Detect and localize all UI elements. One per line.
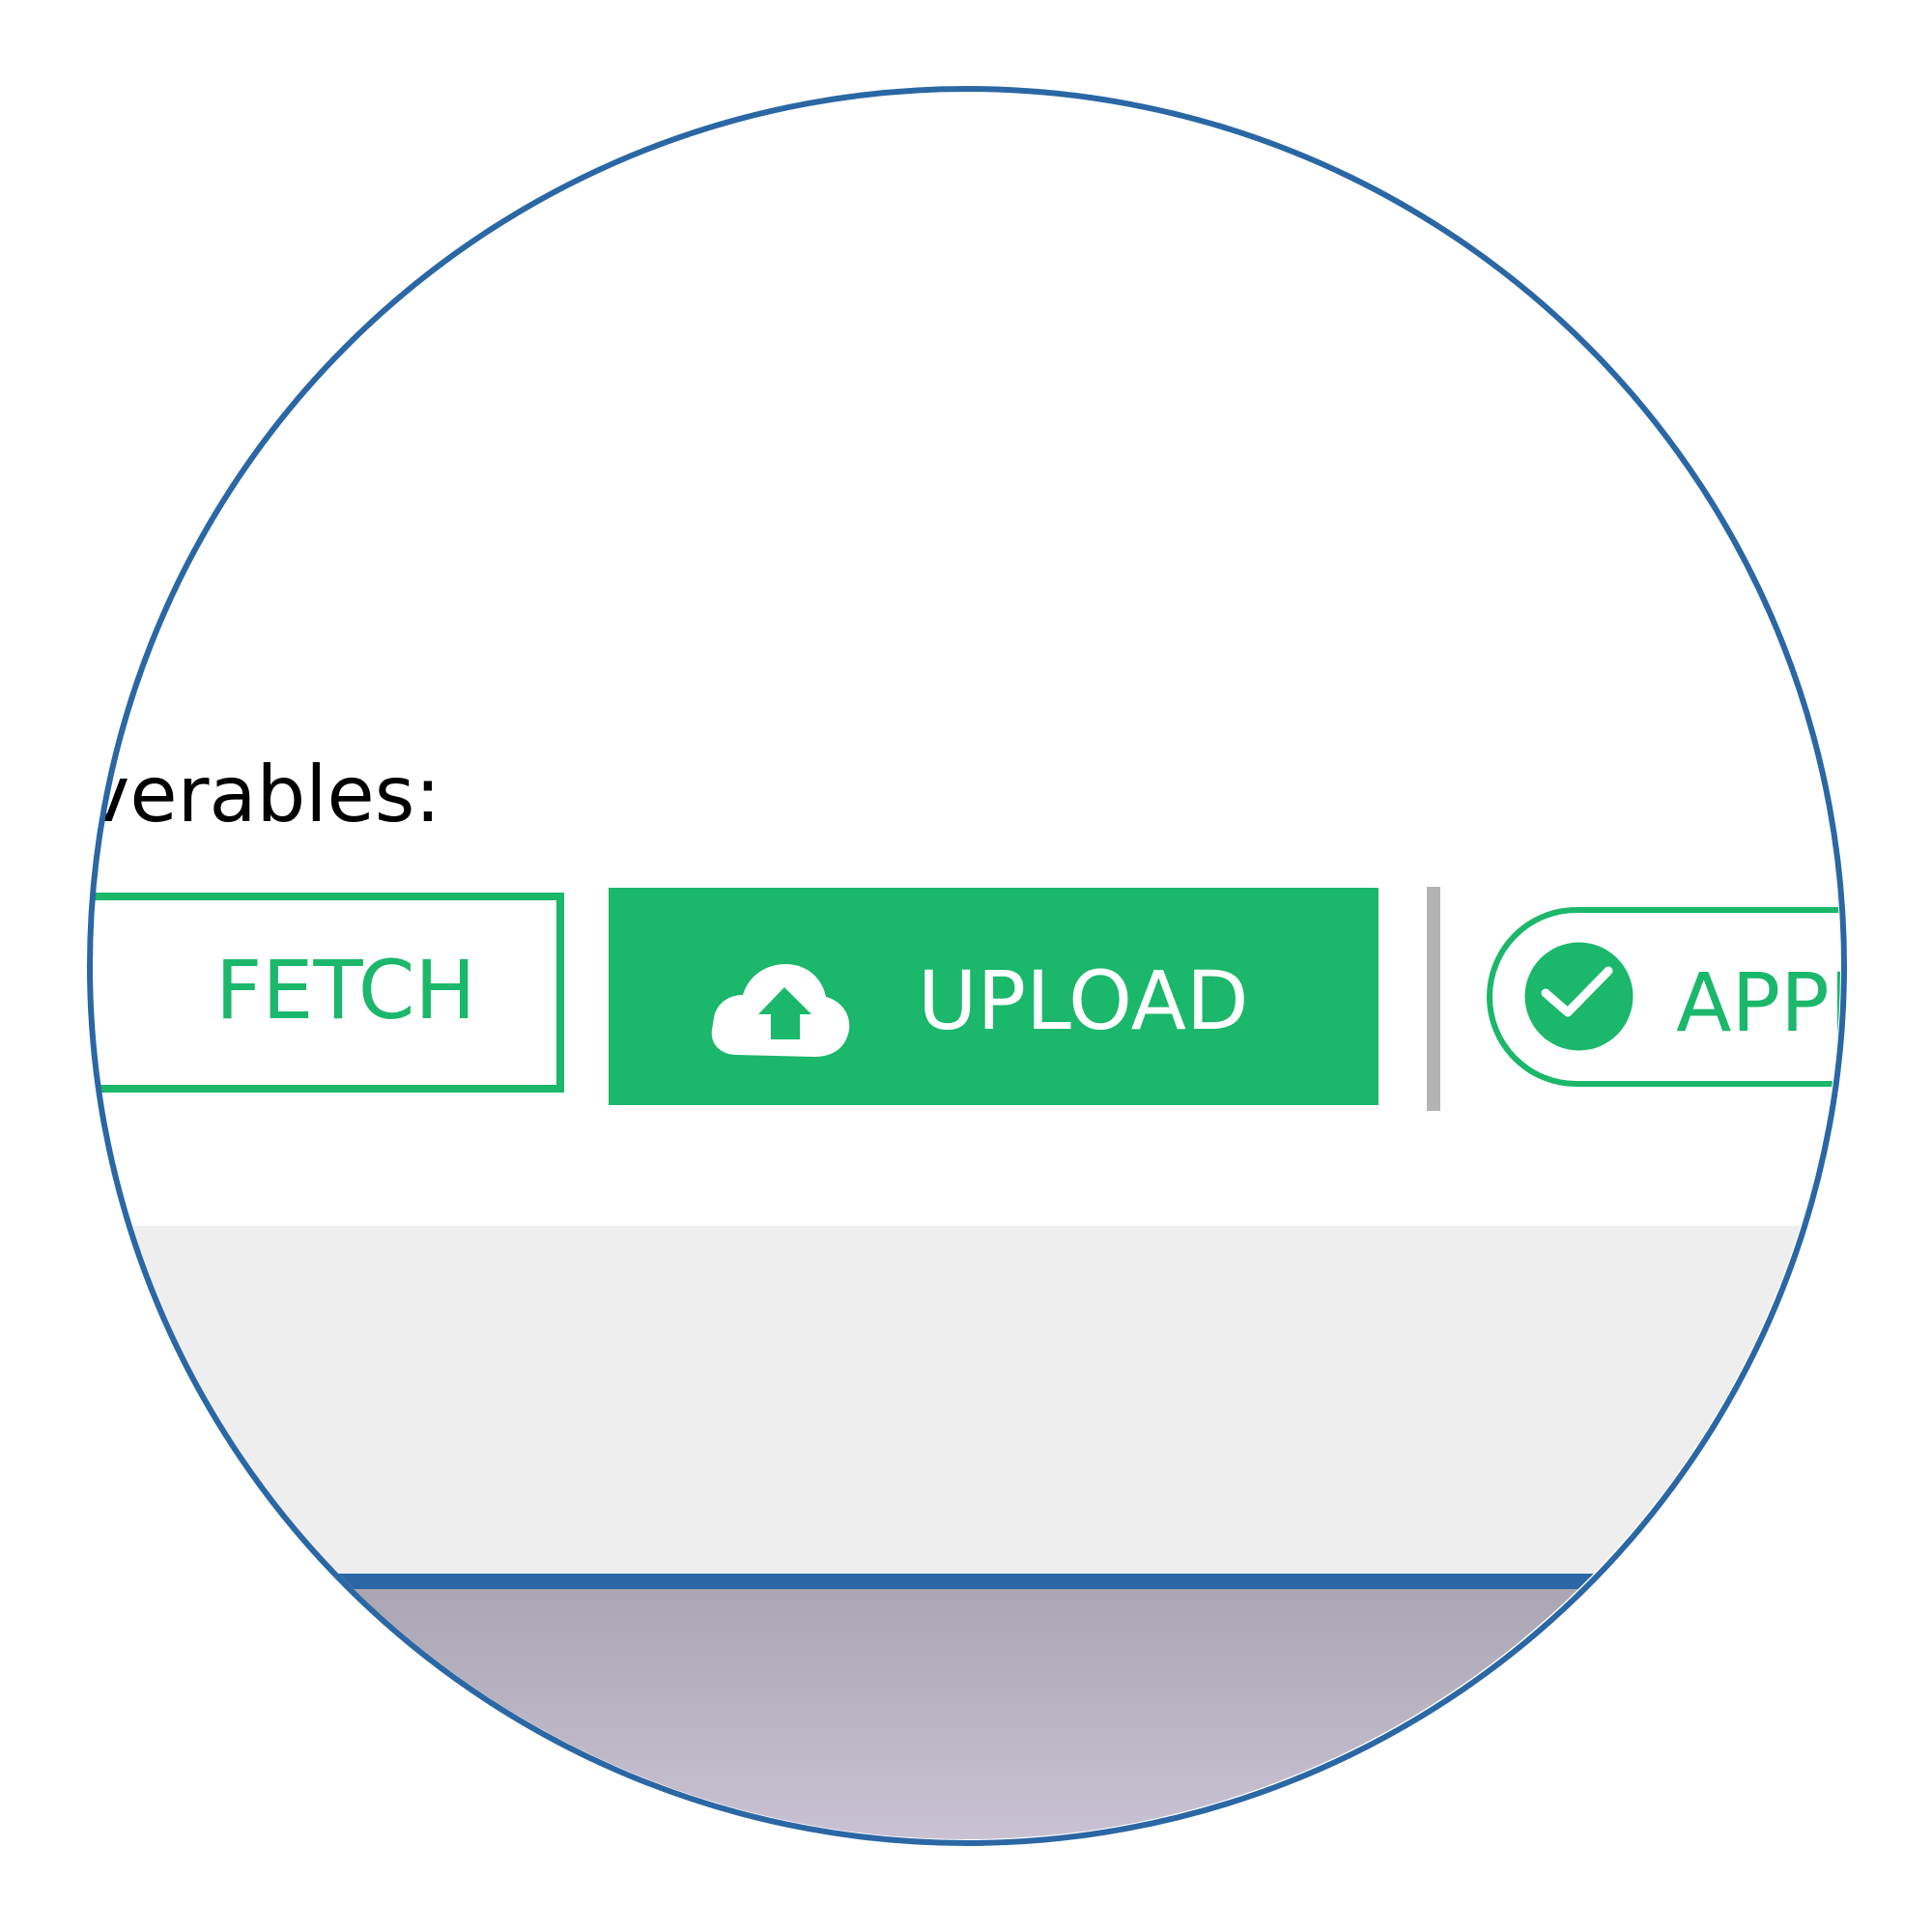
footer-band bbox=[92, 1589, 1840, 1839]
upload-button-label: UPLOAD bbox=[918, 953, 1249, 1048]
fetch-button-label: FETCH bbox=[215, 943, 476, 1037]
deliverables-label: verables: bbox=[92, 750, 441, 839]
approve-button[interactable]: APPR bbox=[1487, 907, 1840, 1087]
panel-border bbox=[92, 1574, 1840, 1589]
fetch-button[interactable]: FETCH bbox=[92, 893, 564, 1093]
toolbar-divider bbox=[1427, 887, 1440, 1111]
check-circle-icon bbox=[1524, 942, 1634, 1051]
magnifier-lens: verables: FETCH UPLOAD APPR bbox=[92, 91, 1840, 1839]
zoom-view: verables: FETCH UPLOAD APPR bbox=[0, 0, 1932, 1932]
approve-button-label: APPR bbox=[1676, 955, 1840, 1050]
upload-button[interactable]: UPLOAD bbox=[609, 888, 1378, 1105]
content-panel bbox=[92, 1226, 1840, 1574]
cloud-upload-icon bbox=[710, 951, 850, 1057]
